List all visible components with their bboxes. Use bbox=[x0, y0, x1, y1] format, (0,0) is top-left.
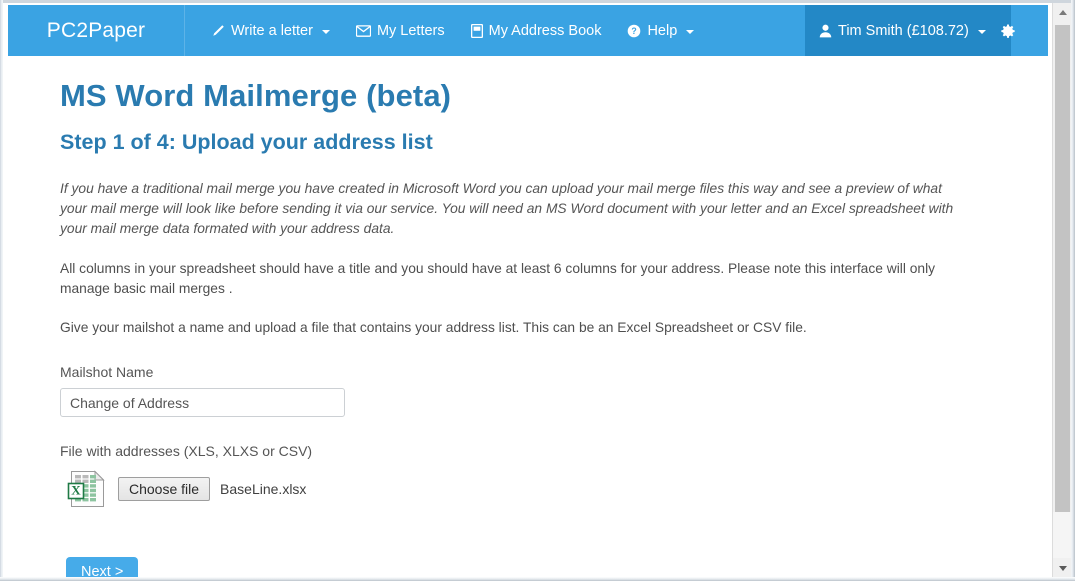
scrollbar-track-bottom[interactable] bbox=[1053, 512, 1072, 558]
mailshot-name-input[interactable] bbox=[60, 388, 345, 417]
nav-item-write-a-letter[interactable]: Write a letter bbox=[198, 5, 343, 56]
intro-paragraph: If you have a traditional mail merge you… bbox=[60, 181, 954, 236]
envelope-icon bbox=[355, 24, 371, 37]
page-content-frame: PC2Paper Write a letter My Letters My Ad… bbox=[8, 3, 1048, 577]
window-border-left bbox=[0, 0, 3, 581]
file-upload-row: X Choose file BaseLine.xlsx bbox=[8, 467, 1048, 511]
book-icon bbox=[470, 23, 483, 38]
nav-item-my-letters[interactable]: My Letters bbox=[343, 5, 458, 56]
chevron-down-icon bbox=[686, 29, 695, 34]
paragraph-upload-note: Give your mailshot a name and upload a f… bbox=[60, 320, 807, 335]
window-border-bottom bbox=[0, 577, 1075, 581]
nav-label-my-letters: My Letters bbox=[376, 22, 445, 39]
pencil-icon bbox=[211, 24, 225, 38]
scrollbar-thumb[interactable] bbox=[1055, 25, 1070, 512]
scroll-down-button[interactable] bbox=[1053, 559, 1072, 577]
paragraph-columns-note: All columns in your spreadsheet should h… bbox=[60, 261, 936, 296]
scroll-down-arrow-icon bbox=[1058, 565, 1067, 571]
next-button[interactable]: Next > bbox=[66, 557, 139, 577]
navbar-divider bbox=[184, 5, 185, 56]
choose-file-button[interactable]: Choose file bbox=[118, 477, 211, 501]
gear-icon[interactable] bbox=[1001, 24, 1015, 38]
page-title: MS Word Mailmerge (beta) bbox=[60, 78, 452, 113]
browser-window: PC2Paper Write a letter My Letters My Ad… bbox=[0, 0, 1075, 581]
vertical-scrollbar[interactable] bbox=[1052, 3, 1072, 577]
brand-logo[interactable]: PC2Paper bbox=[8, 5, 184, 56]
page-subtitle: Step 1 of 4: Upload your address list bbox=[60, 130, 433, 154]
scroll-up-button[interactable] bbox=[1053, 3, 1072, 21]
svg-text:X: X bbox=[71, 483, 81, 498]
file-upload-label: File with addresses (XLS, XLXS or CSV) bbox=[60, 443, 313, 459]
chevron-down-icon bbox=[977, 29, 986, 34]
chevron-down-icon bbox=[321, 29, 330, 34]
user-icon bbox=[819, 24, 832, 38]
nav-label-help: Help bbox=[647, 22, 678, 39]
scroll-up-arrow-icon bbox=[1058, 9, 1067, 15]
nav-label-my-address-book: My Address Book bbox=[488, 22, 602, 39]
main-navbar: PC2Paper Write a letter My Letters My Ad… bbox=[8, 5, 1048, 56]
nav-item-help[interactable]: ? Help bbox=[614, 5, 707, 56]
selected-file-name: BaseLine.xlsx bbox=[220, 481, 307, 497]
svg-text:?: ? bbox=[632, 26, 637, 36]
nav-item-my-address-book[interactable]: My Address Book bbox=[458, 5, 615, 56]
nav-label-write-a-letter: Write a letter bbox=[231, 22, 313, 39]
question-circle-icon: ? bbox=[627, 24, 641, 38]
user-account-menu[interactable]: Tim Smith (£108.72) bbox=[805, 5, 1015, 56]
page-body: MS Word Mailmerge (beta) Step 1 of 4: Up… bbox=[8, 56, 1048, 577]
window-border-right bbox=[1071, 0, 1075, 581]
brand-label: PC2Paper bbox=[46, 18, 146, 42]
mailshot-name-label: Mailshot Name bbox=[60, 364, 154, 380]
excel-file-icon: X bbox=[66, 467, 110, 511]
user-account-label: Tim Smith (£108.72) bbox=[838, 22, 969, 39]
navbar-menu: Write a letter My Letters My Address Boo… bbox=[198, 5, 707, 56]
